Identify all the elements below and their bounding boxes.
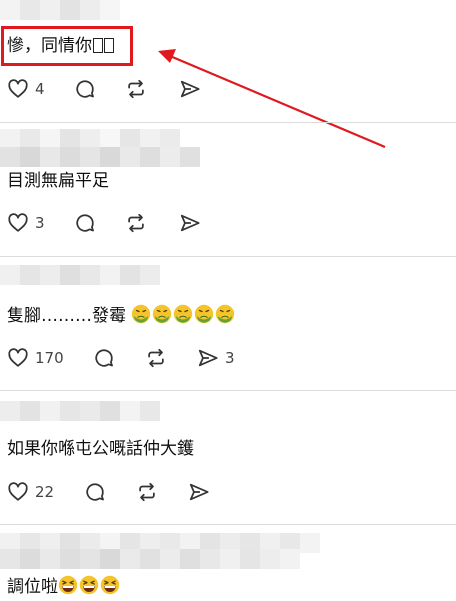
- comment-button[interactable]: [74, 77, 96, 101]
- emoji-group: [58, 575, 121, 597]
- nauseated-face-emoji-icon: [195, 304, 214, 324]
- post-2: 目測無扁平足 3: [0, 123, 456, 256]
- comment-button[interactable]: [74, 211, 96, 235]
- repost-icon: [148, 348, 164, 368]
- comment-icon: [76, 80, 94, 98]
- repost-button[interactable]: [125, 77, 147, 101]
- share-icon: [189, 483, 209, 501]
- like-count: 22: [35, 483, 55, 501]
- repost-icon: [128, 79, 144, 99]
- post-4: 如果你喺屯公嘅話仲大鑊 22: [0, 391, 456, 524]
- nauseated-face-emoji-icon: [216, 304, 235, 324]
- heart-icon: [8, 482, 28, 501]
- share-icon: [180, 214, 200, 232]
- grinning-squinting-face-emoji-icon: [58, 575, 78, 595]
- nauseated-face-emoji-icon: [132, 304, 151, 324]
- share-button[interactable]: [188, 480, 210, 504]
- blurred-username: [0, 265, 160, 285]
- share-count: 3: [225, 349, 235, 367]
- comment-icon: [76, 214, 94, 232]
- grinning-squinting-face-emoji-icon: [100, 575, 120, 595]
- comment-button[interactable]: [93, 346, 115, 370]
- post-1: 慘，同情你 4: [0, 0, 456, 149]
- repost-icon: [128, 213, 144, 233]
- repost-button[interactable]: [136, 480, 158, 504]
- like-count: 4: [35, 80, 45, 98]
- post-text: 隻腳………發霉: [7, 304, 236, 326]
- blurred-username: [0, 0, 120, 20]
- heart-icon: [8, 79, 28, 98]
- comment-icon: [86, 483, 104, 501]
- nauseated-face-emoji-icon: [174, 304, 193, 324]
- post-5: 調位啦: [0, 525, 456, 601]
- like-count: 170: [35, 349, 64, 367]
- share-button[interactable]: [179, 211, 201, 235]
- share-icon: [198, 349, 218, 367]
- like-count: 3: [35, 214, 45, 232]
- nauseated-face-emoji-icon: [153, 304, 172, 324]
- heart-icon: [8, 213, 28, 232]
- blurred-username: [0, 401, 160, 421]
- like-button[interactable]: 3: [7, 211, 45, 235]
- share-button[interactable]: 3: [197, 346, 235, 370]
- repost-button[interactable]: [145, 346, 167, 370]
- comment-button[interactable]: [84, 480, 106, 504]
- blurred-username: [0, 129, 180, 149]
- post-text: 目測無扁平足: [7, 171, 109, 191]
- heart-icon: [8, 348, 28, 367]
- post-3: 隻腳………發霉 170 3: [0, 257, 456, 390]
- comment-icon: [95, 349, 113, 367]
- like-button[interactable]: 22: [7, 480, 54, 504]
- post-text: 調位啦: [7, 575, 121, 597]
- like-button[interactable]: 4: [7, 77, 45, 101]
- repost-icon: [139, 482, 155, 502]
- annotation-highlight-box: [1, 26, 133, 66]
- like-button[interactable]: 170: [7, 346, 64, 370]
- emoji-group: [131, 304, 236, 326]
- post-text: 如果你喺屯公嘅話仲大鑊: [7, 439, 194, 459]
- repost-button[interactable]: [125, 211, 147, 235]
- grinning-squinting-face-emoji-icon: [79, 575, 99, 595]
